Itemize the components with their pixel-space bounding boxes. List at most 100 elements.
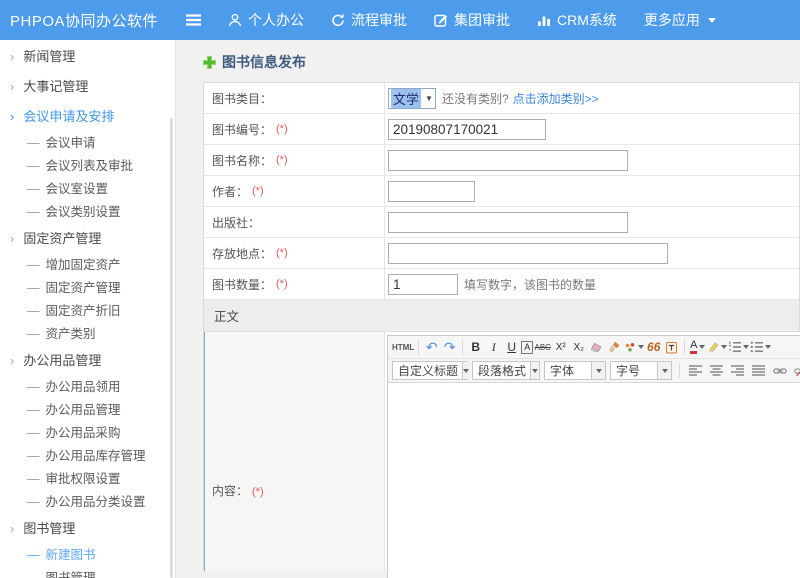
workflow-icon: [331, 13, 345, 27]
sidebar-group-meeting-apply-arrange[interactable]: ›会议申请及安排: [0, 102, 175, 132]
required-mark: (*): [276, 278, 288, 290]
dash-icon: —: [27, 182, 40, 196]
sidebar-item-new-book[interactable]: —新建图书: [0, 544, 175, 567]
top-navigation: 个人办公 流程审批 集团审批 CRM系统 更多应用: [201, 10, 716, 30]
quantity-input[interactable]: [388, 274, 458, 295]
sidebar-group-events-management[interactable]: ›大事记管理: [0, 72, 175, 102]
field-label: 图书编号：: [212, 121, 272, 138]
sidebar-group-label: 会议申请及安排: [23, 109, 114, 124]
add-category-link[interactable]: 点击添加类别>>: [513, 90, 599, 107]
caret-down-icon: [657, 362, 671, 379]
group-approval-icon: [434, 13, 448, 27]
sidebar-item-label: 办公用品库存管理: [46, 449, 146, 463]
font-color-button[interactable]: A: [689, 338, 706, 356]
sidebar-item-book-manage[interactable]: —图书管理: [0, 567, 175, 578]
char-border-button[interactable]: A: [521, 341, 533, 354]
sidebar-item-label: 会议申请: [46, 136, 96, 150]
paragraph-dropdown[interactable]: 段落格式: [472, 361, 540, 380]
sidebar-scrollbar[interactable]: [170, 118, 173, 578]
link-button[interactable]: [771, 362, 788, 380]
book-category-select[interactable]: 文学 ▼: [388, 88, 436, 109]
required-mark: (*): [252, 185, 264, 197]
publisher-input[interactable]: [388, 212, 628, 233]
dash-icon: —: [27, 495, 40, 509]
redo-button[interactable]: ↷: [441, 338, 458, 356]
sidebar-group-label: 固定资产管理: [23, 231, 101, 246]
sidebar-group-news-management[interactable]: ›新闻管理: [0, 42, 175, 72]
sidebar-item-fixed-assets-depreciation[interactable]: —固定资产折旧: [0, 300, 175, 323]
align-center-button[interactable]: [708, 362, 725, 380]
undo-button[interactable]: ↶: [423, 338, 440, 356]
highlight-button[interactable]: [707, 338, 727, 356]
toolbar-separator: [684, 340, 685, 355]
palette-icon: [624, 342, 636, 353]
dash-icon: —: [27, 327, 40, 341]
sidebar-item-label: 会议类别设置: [46, 205, 121, 219]
nav-group-approval[interactable]: 集团审批: [434, 10, 510, 30]
heading-dropdown[interactable]: 自定义标题: [392, 361, 468, 380]
dash-icon: —: [27, 380, 40, 394]
sidebar-item-fixed-assets-manage[interactable]: —固定资产管理: [0, 277, 175, 300]
sidebar-item-supplies-requisition[interactable]: —办公用品领用: [0, 376, 175, 399]
sidebar-item-label: 资产类别: [46, 327, 96, 341]
sidebar-item-add-fixed-asset[interactable]: —增加固定资产: [0, 254, 175, 277]
category-hint: 还没有类别?: [442, 90, 509, 107]
align-right-button[interactable]: [729, 362, 746, 380]
italic-button[interactable]: I: [485, 338, 502, 356]
sidebar-item-supplies-purchase[interactable]: —办公用品采购: [0, 422, 175, 445]
nav-crm-system[interactable]: CRM系统: [537, 10, 617, 30]
main-content: 图书信息发布 图书类目： 文学 ▼ 还没有类别? 点击添加类别>> 图书编号：(…: [177, 40, 800, 578]
sidebar-group-office-supplies[interactable]: ›办公用品管理: [0, 346, 175, 376]
brush-icon: [608, 341, 621, 353]
author-input[interactable]: [388, 181, 475, 202]
font-family-dropdown[interactable]: 字体: [544, 361, 606, 380]
color-palette-button[interactable]: [624, 338, 644, 356]
source-button[interactable]: HTML: [392, 338, 414, 356]
paste-text-button[interactable]: [663, 338, 680, 356]
sidebar-group-book-management[interactable]: ›图书管理: [0, 514, 175, 544]
form-row-author: 作者：(*): [204, 176, 799, 207]
sidebar-item-label: 会议室设置: [46, 182, 109, 196]
strikethrough-button[interactable]: ABC: [534, 338, 551, 356]
subscript-button[interactable]: X₂: [570, 338, 587, 356]
sidebar-item-supplies-inventory[interactable]: —办公用品库存管理: [0, 445, 175, 468]
unlink-button[interactable]: [792, 362, 800, 380]
sidebar-item-label: 固定资产折旧: [46, 304, 121, 318]
format-brush-button[interactable]: [606, 338, 623, 356]
sidebar-group-label: 大事记管理: [23, 79, 88, 94]
dash-icon: —: [27, 571, 40, 578]
align-left-button[interactable]: [687, 362, 704, 380]
nav-more-apps[interactable]: 更多应用: [644, 10, 716, 30]
bold-button[interactable]: B: [467, 338, 484, 356]
dropdown-value: 自定义标题: [393, 362, 462, 379]
dropdown-value: 字体: [545, 362, 578, 379]
sidebar-item-supplies-category-settings[interactable]: —办公用品分类设置: [0, 491, 175, 514]
nav-workflow-approval[interactable]: 流程审批: [331, 10, 407, 30]
editor-content[interactable]: [388, 383, 800, 578]
book-code-input[interactable]: [388, 119, 546, 140]
unordered-list-button[interactable]: [750, 338, 771, 356]
sidebar-item-approval-permission-settings[interactable]: —审批权限设置: [0, 468, 175, 491]
form-row-location: 存放地点：(*): [204, 238, 799, 269]
toolbar-separator: [679, 363, 680, 378]
sidebar-item-meeting-apply[interactable]: —会议申请: [0, 132, 175, 155]
sidebar-group-label: 图书管理: [23, 521, 75, 536]
superscript-button[interactable]: X²: [552, 338, 569, 356]
sidebar-item-asset-category[interactable]: — 资产类别: [0, 323, 175, 346]
underline-button[interactable]: U: [503, 338, 520, 356]
align-justify-button[interactable]: [750, 362, 767, 380]
blockquote-button[interactable]: 66: [645, 338, 662, 356]
ordered-list-button[interactable]: [728, 338, 749, 356]
sidebar-item-meeting-category-settings[interactable]: —会议类别设置: [0, 201, 175, 224]
sidebar-item-supplies-manage[interactable]: —办公用品管理: [0, 399, 175, 422]
location-input[interactable]: [388, 243, 668, 264]
sidebar-group-fixed-assets[interactable]: ›固定资产管理: [0, 224, 175, 254]
book-name-input[interactable]: [388, 150, 628, 171]
sidebar-item-meeting-room-settings[interactable]: — 会议室设置: [0, 178, 175, 201]
remove-format-button[interactable]: [588, 338, 605, 356]
font-size-dropdown[interactable]: 字号: [610, 361, 672, 380]
sidebar-item-meeting-list-approval[interactable]: —会议列表及审批: [0, 155, 175, 178]
dash-icon: —: [27, 159, 40, 173]
nav-personal-office[interactable]: 个人办公: [228, 10, 304, 30]
menu-toggle-icon[interactable]: [186, 13, 201, 27]
